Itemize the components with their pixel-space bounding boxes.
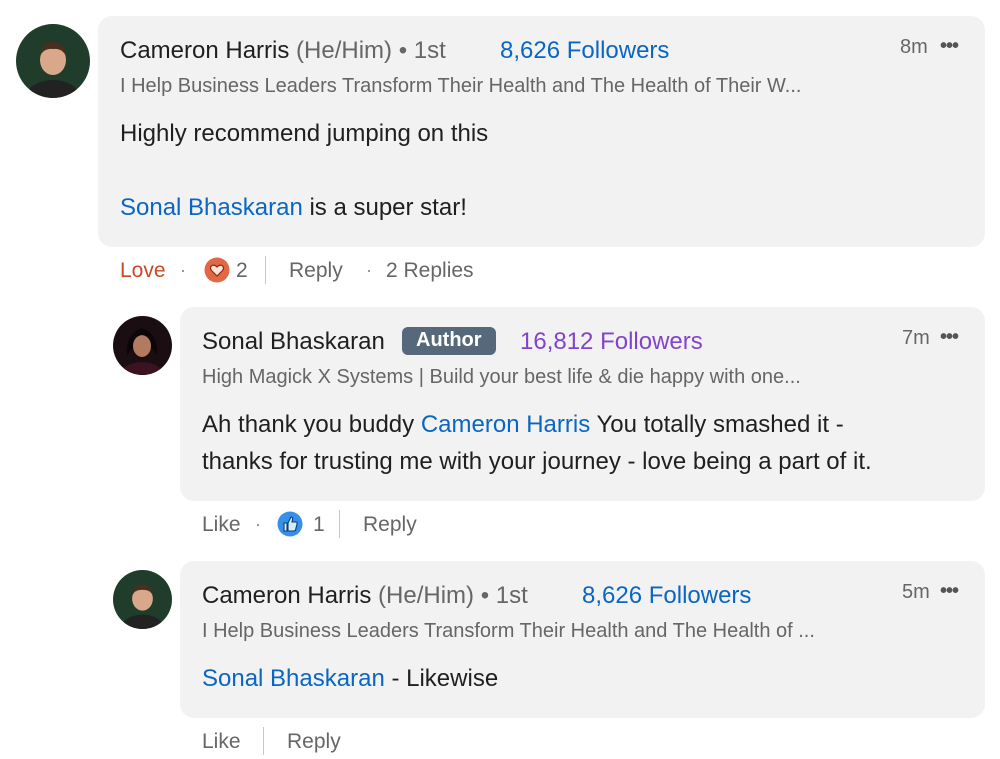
reply-button[interactable]: Reply [363, 513, 417, 537]
mention-link[interactable]: Sonal Bhaskaran [120, 194, 303, 221]
thumbs-up-icon[interactable] [277, 511, 303, 537]
heart-icon[interactable] [204, 257, 230, 283]
followers-count[interactable]: 8,626 Followers [582, 582, 751, 610]
more-options-icon[interactable]: ••• [940, 580, 959, 603]
comment-text-line: You totally smashed it - [590, 411, 844, 438]
comment-text-line: - Likewise [384, 665, 499, 692]
author-pronouns: (He/Him) [378, 582, 475, 609]
author-name[interactable]: Sonal Bhaskaran [202, 328, 385, 356]
followers-count[interactable]: 8,626 Followers [500, 37, 669, 65]
comment-text: Highly recommend jumping on this Sonal B… [120, 115, 488, 226]
mention-link[interactable]: Sonal Bhaskaran [202, 665, 385, 692]
avatar-cameron-harris[interactable] [113, 570, 172, 629]
like-button[interactable]: Like [202, 513, 241, 537]
comment-time: 7m [902, 327, 930, 349]
separator-dot: · [180, 260, 186, 280]
comment-text: Ah thank you buddy Cameron Harris You to… [202, 406, 872, 480]
author-headline: I Help Business Leaders Transform Their … [120, 75, 802, 97]
comment-author[interactable]: Cameron Harris (He/Him) • 1st [202, 582, 528, 610]
author-headline: High Magick X Systems | Build your best … [202, 366, 801, 388]
reply-button[interactable]: Reply [287, 730, 341, 754]
replies-link[interactable]: 2 Replies [386, 259, 474, 283]
divider [265, 256, 266, 284]
author-name[interactable]: Cameron Harris [202, 582, 371, 609]
separator-dot: · [366, 260, 372, 280]
mention-link[interactable]: Cameron Harris [421, 411, 590, 438]
connection-degree: • 1st [480, 582, 528, 609]
more-options-icon[interactable]: ••• [940, 326, 959, 349]
reaction-count[interactable]: 2 [236, 259, 248, 283]
author-badge: Author [402, 327, 496, 355]
avatar-cameron-harris[interactable] [16, 24, 90, 98]
avatar-sonal-bhaskaran[interactable] [113, 316, 172, 375]
more-options-icon[interactable]: ••• [940, 35, 959, 58]
comment-text-line: thanks for trusting me with your journey… [202, 448, 872, 475]
like-button[interactable]: Like [202, 730, 241, 754]
followers-count[interactable]: 16,812 Followers [520, 328, 703, 356]
comment-text: Sonal Bhaskaran - Likewise [202, 660, 498, 697]
author-headline: I Help Business Leaders Transform Their … [202, 620, 815, 642]
comment-text-line: Ah thank you buddy [202, 411, 421, 438]
comment-time: 5m [902, 581, 930, 603]
comment-text-line: is a super star! [302, 194, 467, 221]
author-name[interactable]: Cameron Harris [120, 37, 289, 64]
separator-dot: · [255, 514, 261, 534]
reaction-count[interactable]: 1 [313, 513, 325, 537]
comment-author[interactable]: Cameron Harris (He/Him) • 1st [120, 37, 446, 65]
connection-degree: • 1st [398, 37, 446, 64]
comment-time: 8m [900, 36, 928, 58]
author-pronouns: (He/Him) [296, 37, 393, 64]
reply-button[interactable]: Reply [289, 259, 343, 283]
love-reaction-button[interactable]: Love [120, 259, 166, 283]
comment-text-line: Highly recommend jumping on this [120, 120, 489, 147]
divider [263, 727, 264, 755]
divider [339, 510, 340, 538]
